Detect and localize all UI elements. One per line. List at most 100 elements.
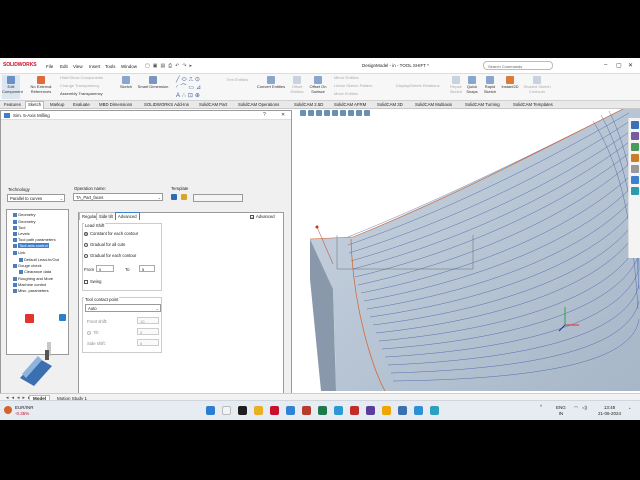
contact-point-select[interactable]: Auto ⌄	[85, 304, 161, 312]
smart-dimension-button[interactable]: Smart Dimension	[136, 76, 170, 90]
operation-name-input[interactable]: TA_Part_faces ⌄	[73, 193, 163, 201]
repair-sketch-button[interactable]: Repair Sketch	[448, 76, 464, 94]
no-external-references-button[interactable]: No External References	[27, 76, 55, 94]
tree-item[interactable]: Geometry	[13, 212, 36, 217]
close-icon[interactable]: ✕	[628, 62, 633, 69]
volume-icon[interactable]: ◁)	[582, 405, 587, 411]
display-style-icon[interactable]	[340, 110, 346, 116]
menu-view[interactable]: View	[73, 64, 83, 69]
technology-select[interactable]: Parallel to curves ⌄	[7, 194, 65, 202]
hide-show-components-button[interactable]: Hide/Show Components	[60, 75, 103, 81]
tree-item[interactable]: Machine control	[13, 282, 46, 287]
tab-solidcam-multiaxis[interactable]: SolidCAM Multiaxis	[413, 102, 454, 107]
tilt-input[interactable]: 0	[137, 328, 159, 335]
info-icon[interactable]	[59, 314, 66, 321]
tab-sketch[interactable]: Sketch	[25, 101, 45, 109]
solidworks-resources-icon[interactable]	[631, 121, 639, 129]
swing-checkbox[interactable]: Swing	[84, 279, 101, 284]
tab-solidcam-part[interactable]: SolidCAM Part	[197, 102, 229, 107]
change-transparency-button[interactable]: Change Transparency	[60, 83, 99, 89]
minimize-icon[interactable]: –	[604, 62, 607, 68]
tree-item[interactable]: Levels	[13, 231, 30, 236]
language-indicator[interactable]: ENG IN	[556, 405, 566, 416]
section-view-icon[interactable]	[324, 110, 330, 116]
maximize-icon[interactable]: ▢	[616, 62, 622, 69]
design-library-icon[interactable]	[631, 132, 639, 140]
dialog-close-icon[interactable]: ✕	[281, 112, 285, 118]
move-entities-button[interactable]: Move Entities	[334, 91, 358, 97]
task-view-icon[interactable]	[238, 406, 247, 415]
app-taskbar-icon[interactable]	[286, 406, 295, 415]
template-select[interactable]	[193, 194, 243, 202]
settings-taskbar-icon[interactable]	[430, 406, 439, 415]
tab-side-tilt[interactable]: Side tilt	[96, 212, 116, 220]
offset-entities-button[interactable]: Offset Entities	[288, 76, 306, 94]
custom-properties-icon[interactable]	[631, 176, 639, 184]
help-icon[interactable]: ?	[263, 112, 266, 118]
part-model[interactable]	[293, 108, 640, 394]
radio-gradual-all-cuts[interactable]: Gradual for all cuts	[84, 242, 125, 247]
tree-item[interactable]: Misc. parameters	[13, 288, 49, 293]
tab-features[interactable]: Features	[2, 102, 23, 107]
edge-icon[interactable]	[334, 406, 343, 415]
tab-solidcam-3d[interactable]: SolidCAM 3D	[375, 102, 405, 107]
tab-solidworks-addins[interactable]: SOLIDWORKS Add-Ins	[142, 102, 191, 107]
clock[interactable]: 13:48 21-06-2024	[598, 405, 621, 416]
tilt-radio[interactable]: Tilt:	[87, 330, 100, 335]
tray-chevron-icon[interactable]: ^	[540, 404, 542, 410]
open-template-icon[interactable]	[181, 194, 187, 200]
hide-show-items-icon[interactable]	[348, 110, 354, 116]
mirror-entities-button[interactable]: Mirror Entities	[334, 75, 359, 81]
tab-mbd-dimensions[interactable]: MBD Dimensions	[97, 102, 134, 107]
tree-item[interactable]: Tool axis control	[13, 243, 49, 248]
graphics-area[interactable]	[293, 108, 640, 394]
assembly-transparency-button[interactable]: Assembly Transparency	[60, 91, 103, 97]
appearances-icon[interactable]	[631, 165, 639, 173]
solidcam-icon[interactable]	[631, 187, 639, 195]
notification-bell-icon[interactable]: ◔	[628, 406, 631, 412]
tab-solidcam-2-5d[interactable]: SolidCAM 2.5D	[292, 102, 325, 107]
windows-start-icon[interactable]	[206, 406, 215, 415]
quick-snaps-button[interactable]: Quick Snaps	[465, 76, 479, 94]
menu-edit[interactable]: Edit	[60, 64, 68, 69]
tree-item[interactable]: Geometry	[13, 219, 36, 224]
instant2d-button[interactable]: Instant2D	[499, 76, 521, 90]
menu-window[interactable]: Window	[121, 64, 137, 69]
tree-item[interactable]: Roughing and More	[13, 276, 53, 281]
scene-icon[interactable]	[364, 110, 370, 116]
tab-evaluate[interactable]: Evaluate	[71, 102, 92, 107]
radio-constant-each-contour[interactable]: Constant for each contour	[84, 231, 138, 236]
tab-solidcam-operations[interactable]: SolidCAM Operations	[236, 102, 281, 107]
app2-taskbar-icon[interactable]	[398, 406, 407, 415]
convert-entities-button[interactable]: Convert Entities	[254, 76, 288, 90]
menu-insert[interactable]: Insert	[89, 64, 100, 69]
advanced-checkbox[interactable]: ✓ Advanced	[250, 214, 275, 219]
teams-icon[interactable]	[366, 406, 375, 415]
from-input[interactable]: 0	[96, 265, 114, 272]
edit-appearance-icon[interactable]	[356, 110, 362, 116]
file-explorer-icon[interactable]	[254, 406, 263, 415]
chrome-icon[interactable]	[382, 406, 391, 415]
edit-component-button[interactable]: Edit Component	[2, 75, 23, 99]
tab-solidcam-afrm[interactable]: SolidCAM AFRM	[332, 102, 368, 107]
file-explorer-icon[interactable]	[631, 143, 639, 151]
tree-item[interactable]: Clearance data	[19, 269, 51, 274]
search-icon[interactable]	[222, 406, 231, 415]
skype-icon[interactable]	[414, 406, 423, 415]
sketch-tools-grid[interactable]: ╱⬭⎍⊙ ◜⌒▭⊿ A∴⊡⊕	[176, 76, 203, 100]
view-heads-up-toolbar[interactable]	[300, 110, 500, 118]
tab-advanced[interactable]: Advanced	[115, 212, 140, 220]
view-palette-icon[interactable]	[631, 154, 639, 162]
menu-file[interactable]: File	[46, 64, 53, 69]
to-input[interactable]: 5	[139, 265, 155, 272]
tab-solidcam-turning[interactable]: SolidCAM Turning	[463, 102, 502, 107]
quick-access-toolbar[interactable]: ▢▣▤⎙↶↷▸	[145, 63, 195, 69]
linear-sketch-pattern-button[interactable]: Linear Sketch Pattern	[334, 83, 372, 89]
search-input[interactable]: Search Commands	[483, 61, 553, 70]
tree-item[interactable]: Link	[13, 250, 25, 255]
menu-tools[interactable]: Tools	[105, 64, 116, 69]
side-shift-input[interactable]: 0	[137, 339, 159, 346]
powerpoint-icon[interactable]	[350, 406, 359, 415]
excel-icon[interactable]	[318, 406, 327, 415]
display-delete-relations-button[interactable]: Display/Delete Relations	[396, 83, 440, 89]
